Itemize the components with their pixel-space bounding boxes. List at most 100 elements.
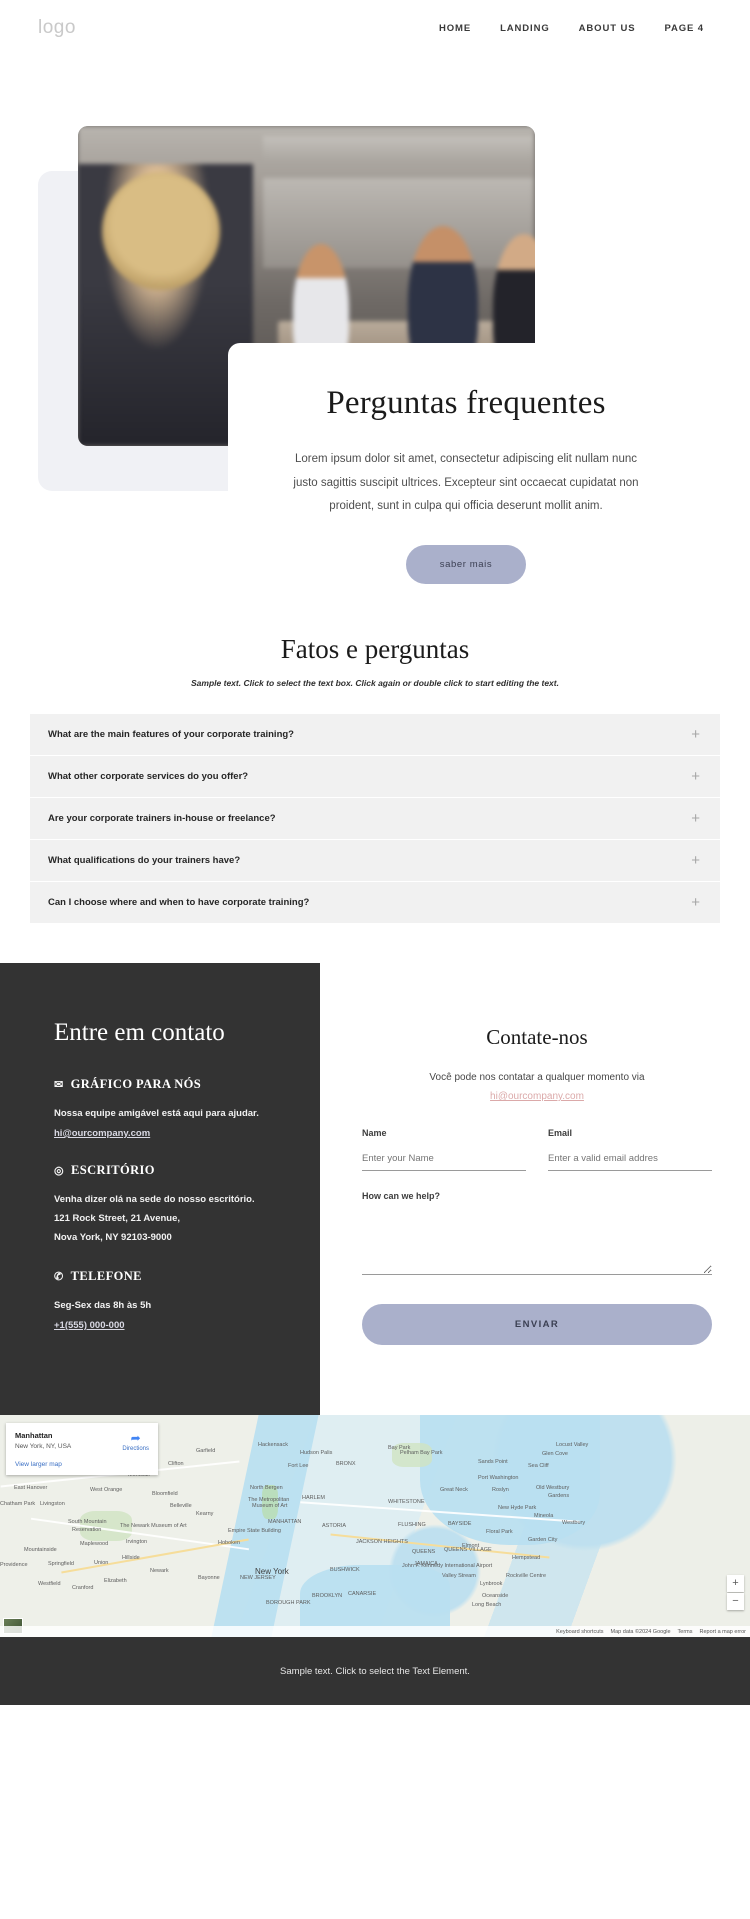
page-title: Perguntas frequentes: [326, 385, 606, 421]
map-label: Hillside: [122, 1555, 140, 1561]
map-label: Bloomfield: [152, 1491, 178, 1497]
contact-block-title: GRÁFICO PARA NÓS: [70, 1077, 202, 1091]
map-label: BUSHWICK: [330, 1567, 360, 1573]
map-label: East Hanover: [14, 1485, 48, 1491]
map-label: New Hyde Park: [498, 1505, 537, 1511]
contact-block-phone: ✆ TELEFONE Seg-Sex das 8h às 5h +1(555) …: [54, 1269, 320, 1333]
contact-block-line: Venha dizer olá na sede do nosso escritó…: [54, 1194, 255, 1205]
email-link[interactable]: hi@ourcompany.com: [54, 1128, 150, 1139]
faq-item[interactable]: What are the main features of your corpo…: [30, 714, 720, 755]
directions-button[interactable]: ➦ Directions: [122, 1432, 149, 1452]
terms-link[interactable]: Terms: [678, 1629, 693, 1635]
map-label: Gardens: [548, 1493, 570, 1499]
map-label: NEW JERSEY: [240, 1575, 276, 1581]
map-label: Long Beach: [472, 1602, 502, 1608]
nav-item-about-us[interactable]: ABOUT US: [579, 23, 636, 34]
directions-label: Directions: [122, 1446, 149, 1452]
name-input[interactable]: [362, 1151, 526, 1171]
map-label: BROOKLYN: [312, 1593, 343, 1599]
hero-description: Lorem ipsum dolor sit amet, consectetur …: [293, 453, 639, 513]
phone-link[interactable]: +1(555) 000-000: [54, 1320, 125, 1331]
map-label: Port Washington: [478, 1475, 519, 1481]
form-email-link[interactable]: hi@ourcompany.com: [362, 1091, 712, 1102]
contact-block-email: ✉ GRÁFICO PARA NÓS Nossa equipe amigável…: [54, 1077, 320, 1141]
map-label: BOROUGH PARK: [266, 1600, 311, 1606]
report-error-link[interactable]: Report a map error: [700, 1629, 746, 1635]
map-label: Old Westbury: [536, 1485, 570, 1491]
zoom-in-button[interactable]: +: [727, 1575, 744, 1592]
view-larger-map-link[interactable]: View larger map: [15, 1461, 149, 1468]
learn-more-button[interactable]: saber mais: [405, 544, 527, 584]
map-label: BRONX: [336, 1461, 356, 1467]
plus-icon[interactable]: +: [691, 853, 700, 868]
hero-image-speaker-hair: [102, 172, 220, 290]
contact-block-heading: ◎ ESCRITÓRIO: [54, 1163, 320, 1178]
nav-item-page-4[interactable]: PAGE 4: [664, 23, 704, 34]
map-label: WHITESTONE: [388, 1499, 425, 1505]
map-label: JAMAICA: [414, 1561, 438, 1567]
map-label: Hempstead: [512, 1555, 541, 1561]
faq-subtitle: Sample text. Click to select the text bo…: [191, 678, 559, 688]
faq-item[interactable]: What qualifications do your trainers hav…: [30, 840, 720, 881]
plus-icon[interactable]: +: [691, 811, 700, 826]
map-label: Providence: [0, 1562, 28, 1568]
map-label: Sands Point: [478, 1459, 508, 1465]
form-row: Name Email: [362, 1128, 712, 1171]
faq-question: Are your corporate trainers in-house or …: [48, 813, 276, 824]
plus-icon[interactable]: +: [691, 727, 700, 742]
contact-info-panel: Entre em contato ✉ GRÁFICO PARA NÓS Noss…: [0, 963, 320, 1415]
hero-image-window-1: [263, 136, 533, 162]
contact-block-title: TELEFONE: [70, 1269, 142, 1283]
map-label: Cranford: [72, 1585, 94, 1591]
map-label: Kearny: [196, 1511, 214, 1517]
hero-section: Perguntas frequentes Lorem ipsum dolor s…: [0, 56, 750, 614]
zoom-out-button[interactable]: −: [727, 1593, 744, 1610]
map-label: The Newark Museum of Art: [120, 1523, 187, 1529]
map-data-attribution: Map data ©2024 Google: [610, 1628, 671, 1635]
faq-title: Fatos e perguntas: [280, 634, 470, 664]
message-textarea[interactable]: [362, 1219, 712, 1275]
plus-icon[interactable]: +: [691, 895, 700, 910]
map-label: Livingston: [40, 1501, 65, 1507]
contact-block-line: 121 Rock Street, 21 Avenue,: [54, 1213, 181, 1224]
faq-question: What qualifications do your trainers hav…: [48, 855, 241, 866]
map-label: Westfield: [38, 1581, 61, 1587]
name-label: Name: [362, 1128, 387, 1138]
map-label: Floral Park: [486, 1529, 513, 1535]
message-label: How can we help?: [362, 1191, 441, 1201]
map-label: Bayonne: [198, 1575, 220, 1581]
nav-item-home[interactable]: HOME: [439, 23, 471, 34]
map-label: Garfield: [196, 1448, 216, 1454]
faq-question: What other corporate services do you off…: [48, 771, 249, 782]
map-label: HARLEM: [302, 1495, 325, 1501]
form-group-email: Email: [548, 1128, 712, 1171]
map-label: North Bergen: [250, 1485, 283, 1491]
map-label: QUEENS VILLAGE: [444, 1547, 492, 1553]
envelope-icon: ✉: [54, 1079, 64, 1091]
map-label: Garden City: [528, 1537, 558, 1543]
contact-title: Entre em contato: [54, 1019, 225, 1046]
plus-icon[interactable]: +: [691, 769, 700, 784]
map-label: Bay Park: [388, 1445, 411, 1451]
map-label: South Mountain: [68, 1519, 107, 1525]
map-label: Roslyn: [492, 1487, 509, 1493]
faq-item[interactable]: What other corporate services do you off…: [30, 756, 720, 797]
map-label: Sea Cliff: [528, 1463, 549, 1469]
map-zoom-controls: + −: [727, 1575, 744, 1611]
email-input[interactable]: [548, 1151, 712, 1171]
keyboard-shortcuts-link[interactable]: Keyboard shortcuts: [556, 1629, 603, 1635]
site-footer: Sample text. Click to select the Text El…: [0, 1637, 750, 1705]
map-label: Locust Valley: [556, 1442, 589, 1448]
nav-item-landing[interactable]: LANDING: [500, 23, 550, 34]
map-label: Springfield: [48, 1561, 74, 1567]
logo[interactable]: logo: [38, 17, 76, 39]
map-label: Westbury: [562, 1520, 586, 1526]
faq-item[interactable]: Are your corporate trainers in-house or …: [30, 798, 720, 839]
faq-item[interactable]: Can I choose where and when to have corp…: [30, 882, 720, 923]
hero-image-window-2: [263, 178, 533, 268]
submit-button[interactable]: ENVIAR: [362, 1304, 712, 1345]
map-label: ASTORIA: [322, 1523, 347, 1529]
map-section[interactable]: New York MANHATTAN BROOKLYN QUEENS The Metro…: [0, 1415, 750, 1637]
map-label: QUEENS: [412, 1549, 436, 1555]
map-label: Rockville Centre: [506, 1573, 547, 1579]
